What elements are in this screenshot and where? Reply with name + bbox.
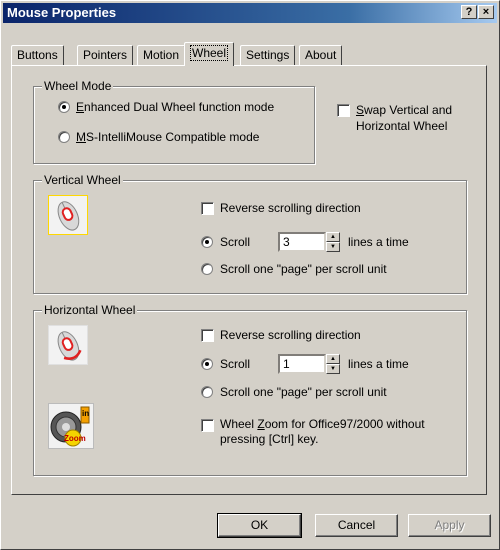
horizontal-wheel-title: Horizontal Wheel: [42, 303, 138, 317]
vertical-wheel-mouse-icon: [48, 195, 88, 235]
horizontal-scroll-lines-radio[interactable]: [201, 358, 213, 370]
wheel-zoom-checkbox[interactable]: [201, 419, 214, 432]
swap-wheel-label[interactable]: Swap Vertical and Horizontal Wheel: [356, 102, 452, 134]
horizontal-lines-label: lines a time: [348, 357, 409, 371]
window-title: Mouse Properties: [7, 5, 117, 20]
vertical-page-label[interactable]: Scroll one "page" per scroll unit: [220, 262, 387, 276]
wheel-zoom-icon: Zoom in: [48, 403, 94, 449]
vertical-lines-input[interactable]: 3: [278, 232, 326, 252]
wheel-zoom-label[interactable]: Wheel Zoom for Office97/2000 without pres…: [220, 417, 425, 447]
tab-settings[interactable]: Settings: [240, 45, 296, 65]
horizontal-reverse-checkbox[interactable]: [201, 329, 214, 342]
cancel-button[interactable]: Cancel: [315, 514, 398, 537]
vertical-lines-spinner[interactable]: ▲ ▼: [326, 232, 340, 252]
horizontal-lines-spinner[interactable]: ▲ ▼: [326, 354, 340, 374]
horizontal-wheel-group: Horizontal Wheel Reverse scrolling direc…: [33, 303, 467, 476]
horizontal-wheel-mouse-icon: [48, 325, 88, 365]
spin-up-icon[interactable]: ▲: [326, 232, 340, 242]
swap-wheel-checkbox[interactable]: [337, 104, 350, 117]
wheel-mode-title: Wheel Mode: [42, 79, 114, 93]
intellimouse-mode-label[interactable]: MS-IntelliMouse Compatible mode: [76, 130, 259, 144]
vertical-scroll-label[interactable]: Scroll: [220, 235, 250, 249]
mouse-properties-window: Mouse Properties ? × Buttons Pointers Mo…: [0, 0, 500, 550]
vertical-lines-label: lines a time: [348, 235, 409, 249]
enhanced-mode-label[interactable]: Enhanced Dual Wheel function mode: [76, 100, 274, 114]
close-button[interactable]: ×: [478, 5, 494, 19]
vertical-reverse-checkbox[interactable]: [201, 202, 214, 215]
vertical-wheel-group: Vertical Wheel Reverse scrolling directi…: [33, 173, 467, 294]
spin-up-icon[interactable]: ▲: [326, 354, 340, 364]
horizontal-scroll-page-radio[interactable]: [201, 386, 213, 398]
wheel-tab-panel: Wheel Mode Enhanced Dual Wheel function …: [11, 65, 487, 495]
horizontal-reverse-label[interactable]: Reverse scrolling direction: [220, 328, 361, 342]
vertical-reverse-label[interactable]: Reverse scrolling direction: [220, 201, 361, 215]
vertical-scroll-lines-radio[interactable]: [201, 236, 213, 248]
vertical-scroll-page-radio[interactable]: [201, 263, 213, 275]
ok-button[interactable]: OK: [217, 513, 302, 538]
zoom-in-text: in: [82, 409, 90, 418]
tab-wheel[interactable]: Wheel: [184, 42, 235, 66]
spin-down-icon[interactable]: ▼: [326, 364, 340, 374]
tab-pointers[interactable]: Pointers: [77, 45, 134, 65]
horizontal-lines-input[interactable]: 1: [278, 354, 326, 374]
horizontal-scroll-label[interactable]: Scroll: [220, 357, 250, 371]
spin-down-icon[interactable]: ▼: [326, 242, 340, 252]
zoom-badge-text: Zoom: [64, 434, 86, 443]
enhanced-mode-radio[interactable]: [58, 101, 70, 113]
intellimouse-mode-radio[interactable]: [58, 131, 70, 143]
tab-motion[interactable]: Motion: [137, 45, 186, 65]
tab-buttons[interactable]: Buttons: [11, 45, 64, 65]
horizontal-page-label[interactable]: Scroll one "page" per scroll unit: [220, 385, 387, 399]
title-bar: Mouse Properties ? ×: [3, 3, 497, 23]
help-button[interactable]: ?: [461, 5, 477, 19]
tab-about[interactable]: About: [299, 45, 343, 65]
apply-button[interactable]: Apply: [408, 514, 491, 537]
wheel-mode-group: Wheel Mode Enhanced Dual Wheel function …: [33, 79, 315, 164]
vertical-wheel-title: Vertical Wheel: [42, 173, 123, 187]
